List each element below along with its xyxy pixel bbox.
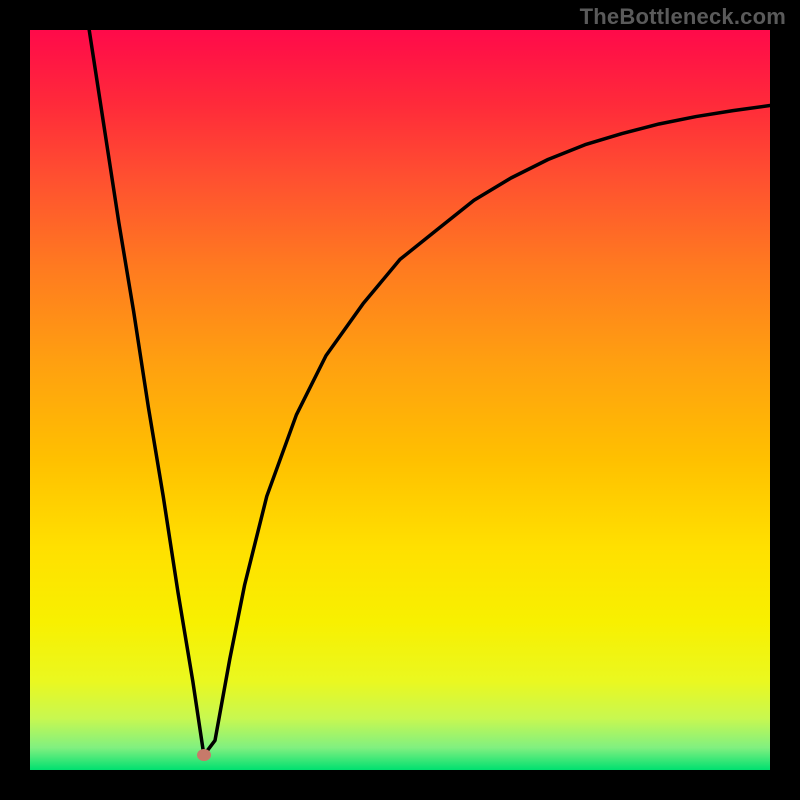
plot-area	[30, 30, 770, 770]
curve-svg	[30, 30, 770, 770]
bottleneck-curve	[89, 30, 770, 755]
optimal-point-marker	[197, 749, 211, 761]
bottleneck-chart: TheBottleneck.com	[0, 0, 800, 800]
watermark-text: TheBottleneck.com	[580, 4, 786, 30]
